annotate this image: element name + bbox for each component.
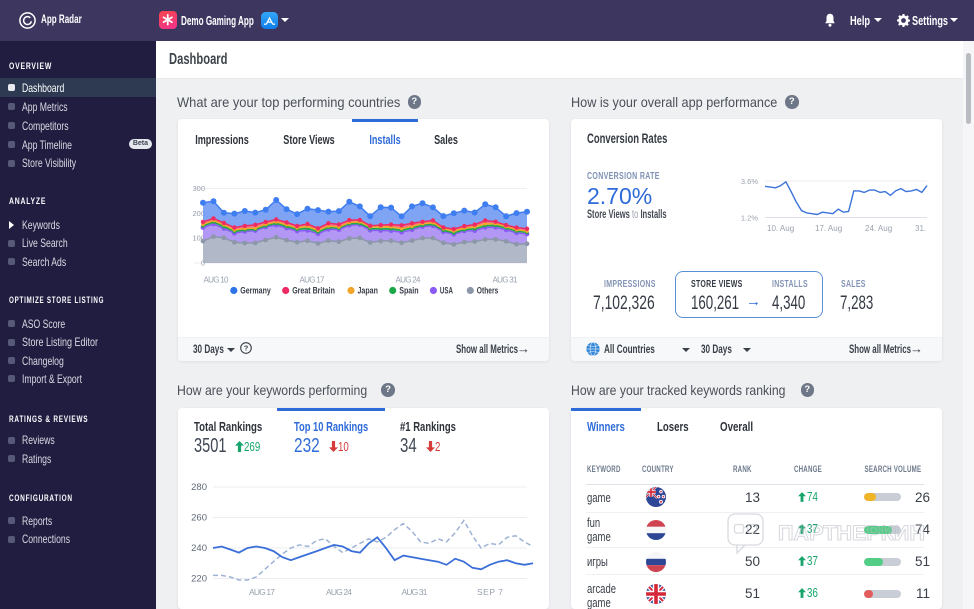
svg-text:220: 220 — [191, 574, 207, 585]
svg-text:SEP 7: SEP 7 — [477, 587, 503, 597]
svg-text:Great Britain: Great Britain — [292, 286, 335, 296]
svg-text:AUG 31: AUG 31 — [402, 587, 428, 597]
svg-text:AUG 24: AUG 24 — [396, 276, 422, 285]
svg-text:AUG 24: AUG 24 — [326, 587, 352, 597]
svg-text:3.6%: 3.6% — [741, 177, 758, 186]
svg-text:1.2%: 1.2% — [741, 214, 758, 223]
svg-text:AUG 10: AUG 10 — [204, 276, 230, 285]
svg-text:280: 280 — [191, 482, 207, 493]
svg-text:USA: USA — [440, 286, 453, 296]
svg-text:260: 260 — [191, 513, 207, 524]
svg-text:Spain: Spain — [399, 286, 418, 296]
svg-text:17. Aug: 17. Aug — [815, 224, 842, 233]
svg-text:Japan: Japan — [358, 286, 378, 296]
svg-text:Others: Others — [477, 286, 499, 296]
svg-text:AUG 17: AUG 17 — [249, 587, 275, 597]
svg-text:Germany: Germany — [240, 286, 270, 296]
svg-text:31.: 31. — [915, 224, 926, 233]
svg-text:AUG 31: AUG 31 — [493, 276, 519, 285]
svg-text:?: ? — [244, 344, 249, 353]
svg-text:24. Aug: 24. Aug — [865, 224, 892, 233]
svg-text:300: 300 — [192, 184, 205, 193]
svg-text:10. Aug: 10. Aug — [767, 224, 794, 233]
svg-text:240: 240 — [191, 543, 207, 554]
svg-text:AUG 17: AUG 17 — [300, 276, 326, 285]
svg-text:ПАРТНЕРКИН: ПАРТНЕРКИН — [778, 522, 925, 545]
